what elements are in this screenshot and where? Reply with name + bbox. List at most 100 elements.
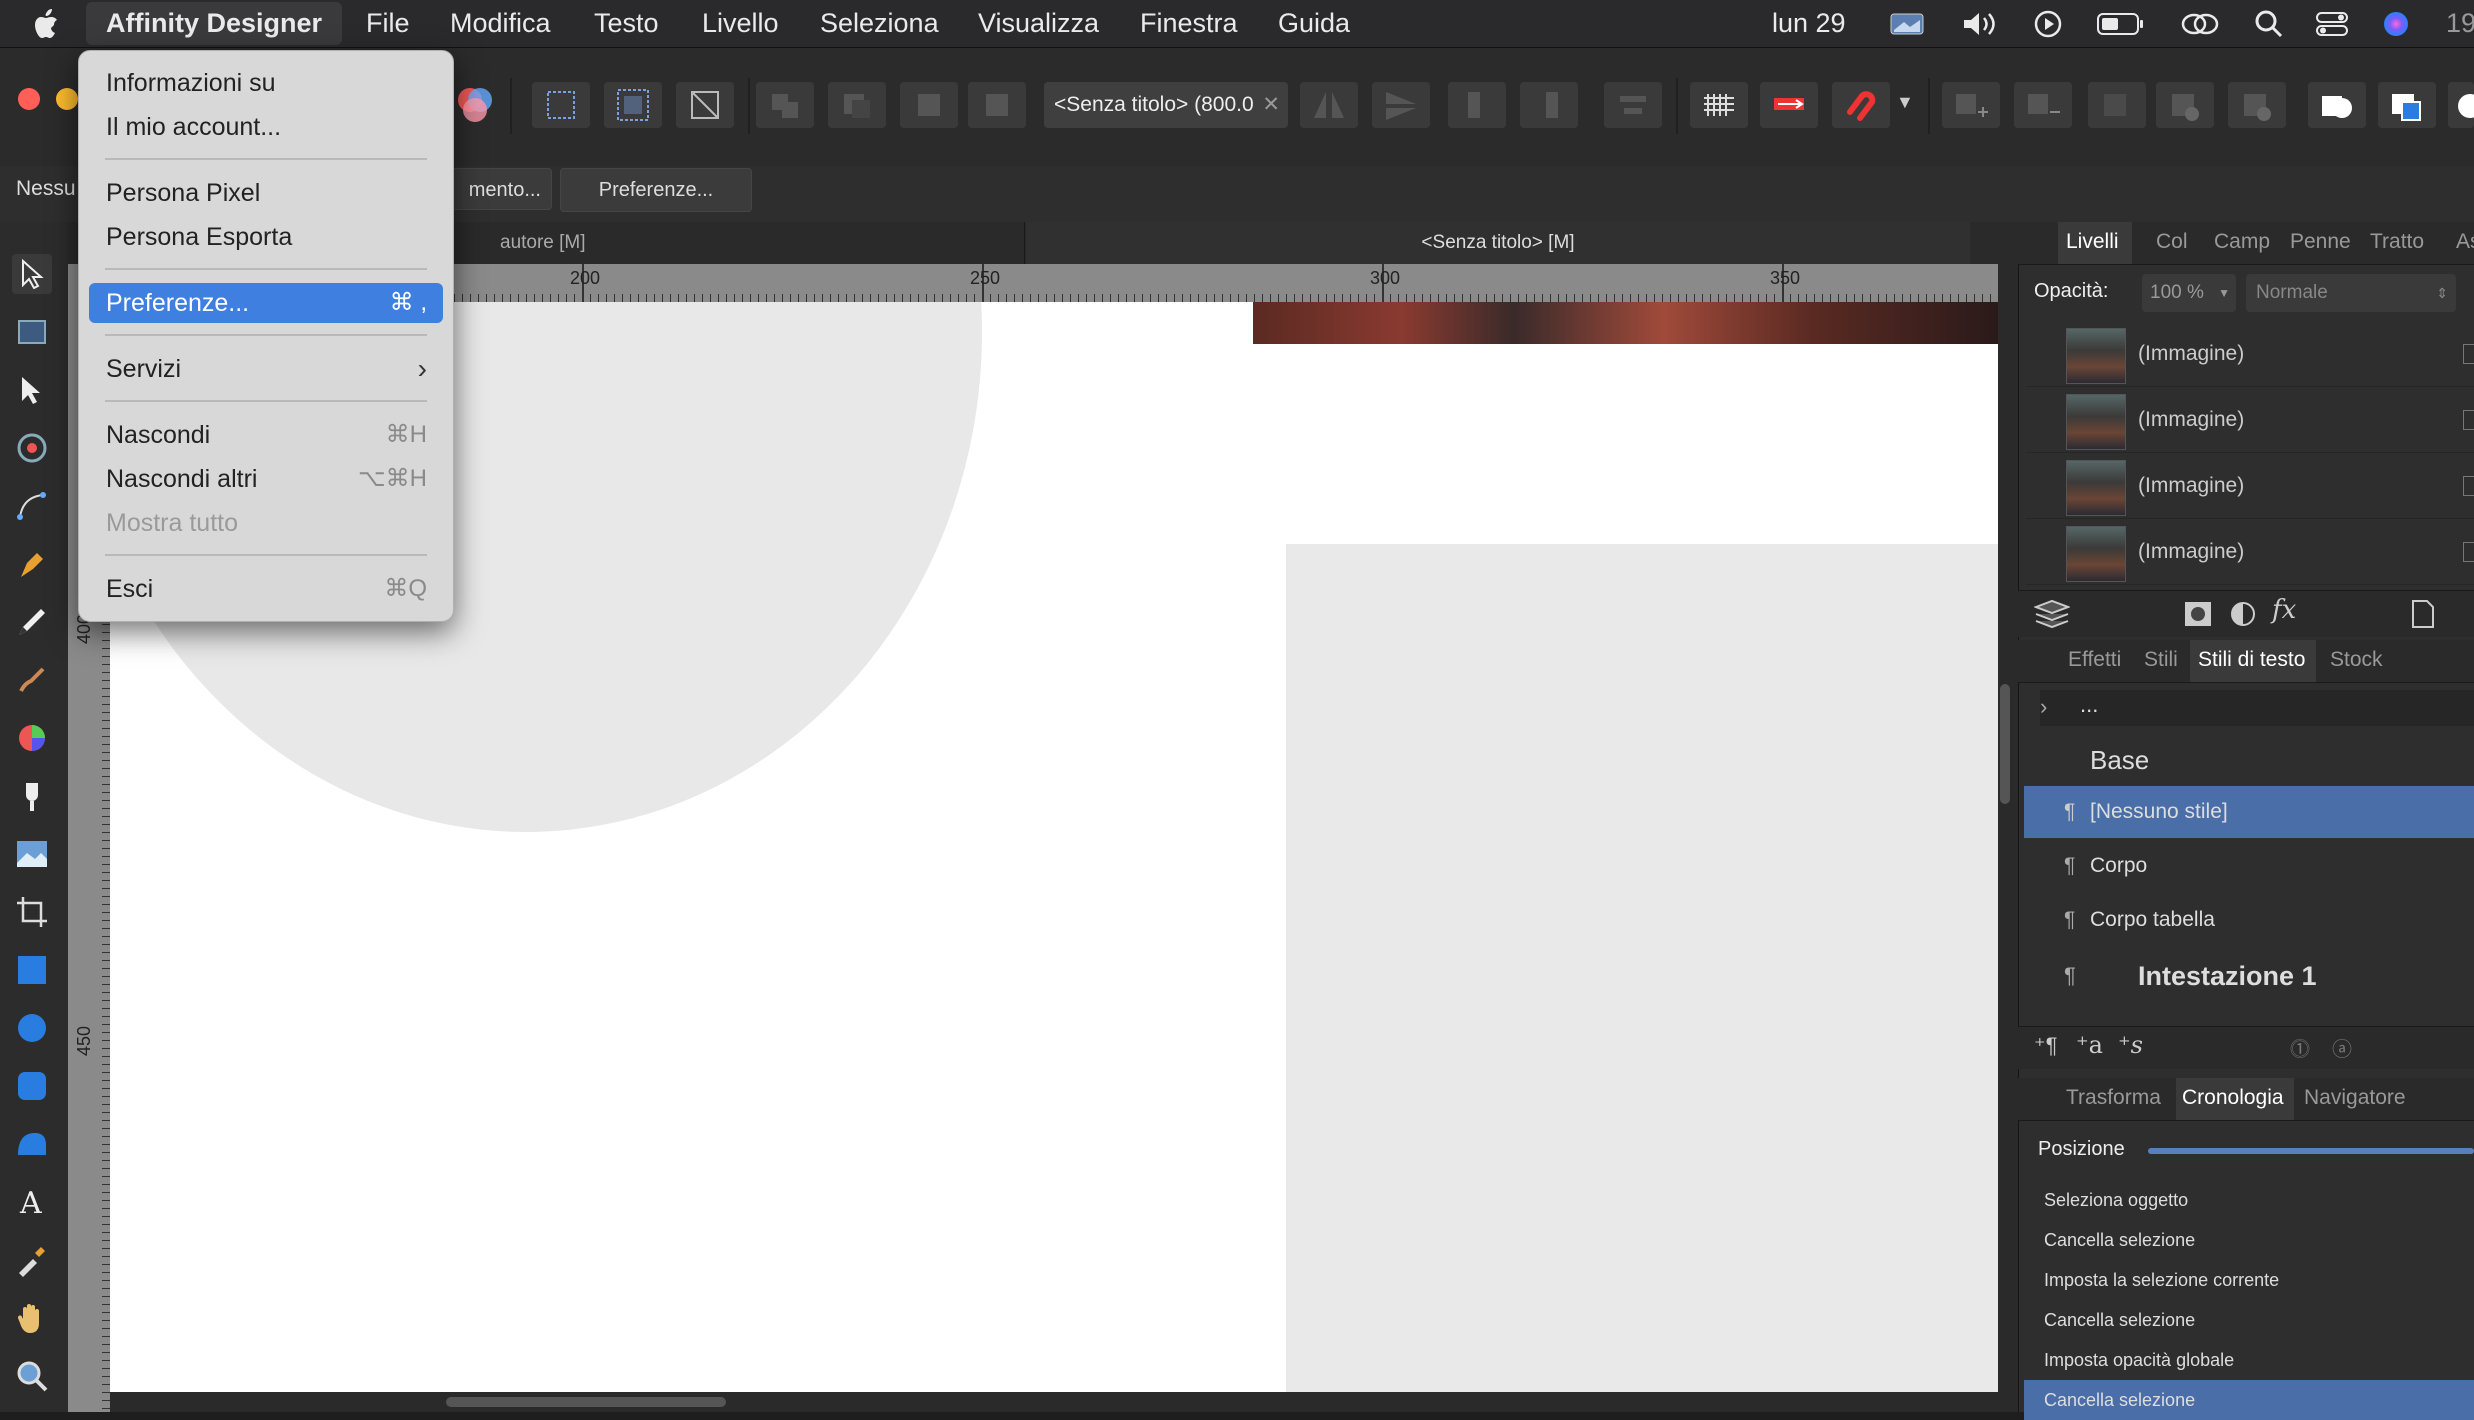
layer-visibility-checkbox[interactable]: [2463, 410, 2474, 430]
text-tool-icon[interactable]: A: [12, 1182, 52, 1222]
new-paragraph-style-icon[interactable]: ⁺¶: [2034, 1033, 2057, 1059]
apple-logo-icon[interactable]: [30, 8, 62, 39]
boolean-add-icon[interactable]: [756, 82, 814, 128]
move-tool-icon[interactable]: [12, 254, 52, 294]
menu-item-quit[interactable]: Esci ⌘Q: [89, 569, 443, 609]
style-row-selected[interactable]: ¶ [Nessuno stile]: [2024, 786, 2474, 838]
shape-front-icon[interactable]: [2378, 82, 2436, 128]
history-entry[interactable]: Imposta la selezione corrente: [2024, 1260, 2474, 1300]
new-group-style-icon[interactable]: ⁺s: [2118, 1031, 2143, 1059]
menu-item-preferences[interactable]: Preferenze... ⌘ ,: [89, 283, 443, 323]
boolean-xor-icon[interactable]: [968, 82, 1026, 128]
horizontal-scrollbar-thumb[interactable]: [446, 1397, 726, 1407]
artboard-tool-icon[interactable]: [12, 312, 52, 352]
arrange-icon-1[interactable]: [2088, 82, 2146, 128]
canvas-rectangle-shape[interactable]: [1286, 544, 1998, 1392]
corner-tool-icon[interactable]: [12, 486, 52, 526]
menu-item-persona-export[interactable]: Persona Esporta: [89, 217, 443, 257]
mask-layer-icon[interactable]: [2184, 601, 2212, 632]
window-close-button[interactable]: [18, 88, 40, 110]
menu-item-services[interactable]: Servizi ›: [89, 349, 443, 389]
insert-above-icon[interactable]: [1942, 82, 2000, 128]
battery-icon[interactable]: [2096, 8, 2146, 39]
align-icon[interactable]: [1604, 82, 1662, 128]
rounded-rectangle-tool-icon[interactable]: [12, 1066, 52, 1106]
vertical-scrollbar[interactable]: [1998, 264, 2018, 1412]
input-source-icon[interactable]: [1890, 8, 1924, 39]
menu-livello[interactable]: Livello: [702, 0, 779, 47]
layer-row[interactable]: (Immagine): [2026, 388, 2474, 453]
ellipse-tool-icon[interactable]: [12, 1008, 52, 1048]
tab-livelli[interactable]: Livelli: [2066, 230, 2119, 254]
screen-mirroring-icon[interactable]: [2180, 8, 2220, 39]
menu-visualizza[interactable]: Visualizza: [978, 0, 1099, 47]
menu-finestra[interactable]: Finestra: [1140, 0, 1238, 47]
rotate-left-icon[interactable]: [1448, 82, 1506, 128]
horizontal-scrollbar[interactable]: [110, 1392, 1998, 1412]
history-entry-selected[interactable]: Cancella selezione: [2024, 1380, 2474, 1420]
color-picker-tool-icon[interactable]: [12, 1240, 52, 1280]
menu-item-persona-pixel[interactable]: Persona Pixel: [89, 173, 443, 213]
hand-tool-icon[interactable]: [12, 1298, 52, 1338]
adjustment-layer-icon[interactable]: [2230, 601, 2256, 632]
style-row[interactable]: ¶ Corpo: [2024, 840, 2474, 892]
tab-stili[interactable]: Stili: [2144, 648, 2178, 672]
flip-horizontal-icon[interactable]: [1300, 82, 1358, 128]
tab-navigatore[interactable]: Navigatore: [2304, 1086, 2406, 1110]
layer-visibility-checkbox[interactable]: [2463, 542, 2474, 562]
path-expand-chevron-icon[interactable]: ›: [2040, 694, 2047, 720]
app-menu-title[interactable]: Affinity Designer: [86, 2, 343, 45]
menu-seleziona[interactable]: Seleziona: [820, 0, 939, 47]
spotlight-search-icon[interactable]: [2254, 8, 2284, 39]
window-minimize-button[interactable]: [56, 88, 78, 110]
menu-guida[interactable]: Guida: [1278, 0, 1350, 47]
tab-campioni[interactable]: Camp: [2214, 230, 2270, 254]
persona-icon[interactable]: [452, 82, 498, 128]
snap-to-pixel-icon[interactable]: [1760, 82, 1818, 128]
transparency-tool-icon[interactable]: [12, 776, 52, 816]
document-selector[interactable]: <Senza titolo> (800.0 ✕: [1044, 82, 1288, 128]
arrange-icon-3[interactable]: [2228, 82, 2286, 128]
context-preferences-button[interactable]: Preferenze...: [560, 168, 752, 212]
menu-item-about[interactable]: Informazioni su: [89, 63, 443, 103]
volume-icon[interactable]: [1960, 8, 2000, 39]
rotate-right-icon[interactable]: [1520, 82, 1578, 128]
transform-tool-icon[interactable]: [676, 82, 734, 128]
crop-tool-icon[interactable]: [12, 892, 52, 932]
tab-tratto[interactable]: Tratto: [2370, 230, 2424, 254]
fill-tool-icon[interactable]: [12, 718, 52, 758]
tab-colore[interactable]: Col: [2156, 230, 2188, 254]
place-image-tool-icon[interactable]: [12, 834, 52, 874]
history-position-slider[interactable]: [2148, 1148, 2474, 1154]
tab-stock[interactable]: Stock: [2330, 648, 2383, 672]
paragraph-style-circle-icon[interactable]: ⓵: [2290, 1033, 2310, 1062]
snapping-options-chevron-icon[interactable]: ▼: [1896, 92, 1918, 114]
rectangle-tool-icon[interactable]: [12, 950, 52, 990]
style-group-base[interactable]: Base: [2024, 734, 2474, 786]
snapping-magnet-icon[interactable]: [1832, 82, 1890, 128]
arrange-icon-2[interactable]: [2156, 82, 2214, 128]
menu-file[interactable]: File: [366, 0, 410, 47]
shape-union-icon[interactable]: [2308, 82, 2366, 128]
menu-testo[interactable]: Testo: [594, 0, 659, 47]
layers-stack-icon[interactable]: [2033, 599, 2071, 634]
history-entry[interactable]: Seleziona oggetto: [2024, 1180, 2474, 1220]
selection-tool-icon-1[interactable]: [532, 82, 590, 128]
insert-below-icon[interactable]: [2014, 82, 2072, 128]
tab-cronologia[interactable]: Cronologia: [2182, 1086, 2284, 1110]
menu-item-account[interactable]: Il mio account...: [89, 107, 443, 147]
layer-row[interactable]: (Immagine): [2026, 520, 2474, 585]
tab-effetti[interactable]: Effetti: [2068, 648, 2121, 672]
zoom-tool-icon[interactable]: [12, 1356, 52, 1396]
effects-fx-icon[interactable]: fx: [2272, 595, 2296, 625]
styles-path-bar[interactable]: › ...: [2040, 690, 2474, 726]
siri-icon[interactable]: [2380, 8, 2412, 39]
selection-tool-icon-2[interactable]: [604, 82, 662, 128]
layer-row[interactable]: (Immagine): [2026, 454, 2474, 519]
document-tab-untitled[interactable]: <Senza titolo> [M]: [1026, 222, 1970, 264]
snap-grid-icon[interactable]: [1690, 82, 1748, 128]
pen-tool-icon[interactable]: [12, 544, 52, 584]
tab-stili-di-testo[interactable]: Stili di testo: [2198, 648, 2305, 672]
blend-mode-select[interactable]: Normale ⇕: [2246, 274, 2456, 312]
close-document-icon[interactable]: ✕: [1262, 82, 1280, 128]
